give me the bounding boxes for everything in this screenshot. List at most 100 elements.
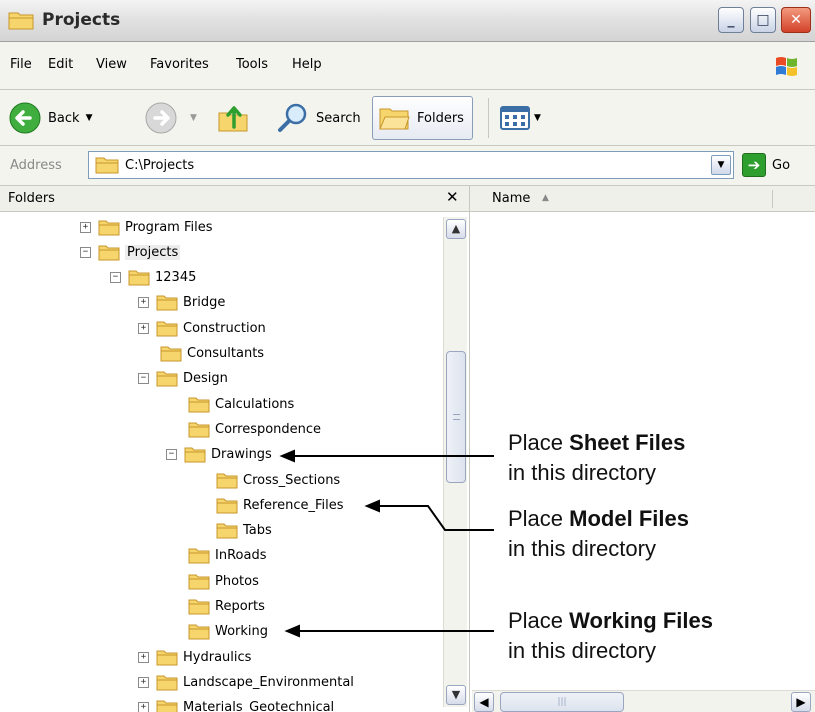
scroll-left-icon[interactable]: ◀ [474, 692, 494, 712]
annotation-model-files: Place Model Files in this directory [508, 506, 689, 561]
collapse-icon[interactable]: − [80, 246, 91, 258]
folder-icon [188, 422, 210, 438]
address-dropdown-icon[interactable]: ▼ [711, 155, 731, 175]
tree-item-tabs[interactable]: Tabs [216, 520, 272, 542]
folders-button[interactable]: Folders [372, 96, 473, 140]
tree-item-label: InRoads [215, 548, 267, 564]
collapse-icon[interactable]: − [138, 373, 149, 385]
forward-arrow-icon [145, 102, 177, 134]
address-input[interactable]: C:\Projects ▼ [88, 151, 734, 179]
tree-item-label: Cross_Sections [243, 472, 341, 488]
tree-item-inroads[interactable]: InRoads [188, 545, 266, 567]
menu-help[interactable]: Help [292, 57, 322, 72]
folders-pane-close-icon[interactable]: ✕ [446, 188, 459, 206]
expand-icon[interactable]: + [138, 702, 149, 712]
column-divider[interactable] [772, 190, 773, 208]
tree-item-label: Reports [215, 599, 265, 614]
tree-item-reports[interactable]: Reports [188, 596, 265, 618]
title-bar: Projects _ □ ✕ [0, 0, 815, 42]
search-button[interactable]: Search [276, 96, 361, 140]
folder-icon [184, 447, 206, 463]
expand-icon[interactable]: + [80, 221, 91, 233]
scroll-right-icon[interactable]: ▶ [791, 692, 811, 712]
sort-ascending-icon: ▲ [542, 193, 549, 203]
views-button[interactable]: ▼ [498, 96, 541, 140]
go-label: Go [772, 157, 791, 173]
tree-item-landscape-environmental[interactable]: + Landscape_Environmental [138, 671, 354, 693]
go-button[interactable]: ➔ Go [742, 153, 790, 177]
menu-file[interactable]: File [10, 57, 32, 72]
folder-icon [128, 270, 150, 286]
tree-item-correspondence[interactable]: Correspondence [188, 418, 321, 440]
back-button[interactable]: Back ▼ [8, 96, 92, 140]
column-name[interactable]: Name [492, 191, 530, 206]
tree-item-working[interactable]: Working [188, 621, 268, 643]
tree-item-label: Drawings [211, 447, 272, 463]
menu-tools[interactable]: Tools [236, 57, 268, 72]
file-list-hscrollbar[interactable]: ◀ ||| ▶ [472, 690, 815, 712]
annotation-sheet-bold: Sheet Files [569, 430, 686, 455]
tree-item-projects[interactable]: − Projects [80, 241, 181, 263]
folder-icon [98, 245, 120, 261]
folder-icon [188, 574, 210, 590]
folders-icon [379, 108, 410, 130]
tree-item-label: Working [215, 624, 269, 640]
annotation-model-bold: Model Files [569, 506, 689, 531]
folder-icon [8, 12, 34, 30]
folder-tree-scrollbar[interactable]: ▲ ▼ [443, 217, 467, 707]
menu-edit[interactable]: Edit [48, 57, 73, 72]
forward-dropdown-icon[interactable]: ▼ [190, 113, 197, 123]
tree-item-label: Tabs [243, 523, 272, 539]
tree-item-hydraulics[interactable]: + Hydraulics [138, 646, 251, 668]
scroll-up-icon[interactable]: ▲ [446, 219, 466, 239]
scroll-down-icon[interactable]: ▼ [446, 685, 466, 705]
expand-icon[interactable]: + [138, 322, 149, 334]
tree-item-bridge[interactable]: + Bridge [138, 292, 225, 314]
views-dropdown-icon[interactable]: ▼ [534, 113, 541, 123]
tree-item-12345[interactable]: − 12345 [110, 267, 196, 289]
collapse-icon[interactable]: − [166, 449, 177, 461]
menu-favorites[interactable]: Favorites [150, 57, 209, 72]
tree-item-program-files[interactable]: + Program Files [80, 216, 213, 238]
tree-item-label: Projects [125, 244, 181, 260]
tree-item-reference-files[interactable]: Reference_Files [216, 494, 344, 516]
folders-label: Folders [417, 110, 464, 126]
tree-item-label: Construction [183, 320, 266, 336]
up-folder-button[interactable] [216, 96, 256, 140]
tree-item-label: Photos [215, 573, 259, 589]
back-dropdown-icon[interactable]: ▼ [86, 113, 93, 123]
tree-item-drawings[interactable]: − Drawings [166, 444, 272, 466]
back-arrow-icon [9, 102, 41, 134]
scroll-thumb[interactable] [446, 351, 466, 483]
tree-item-design[interactable]: − Design [138, 368, 228, 390]
folder-icon [156, 295, 178, 311]
folder-icon [156, 650, 178, 666]
expand-icon[interactable]: + [138, 297, 149, 309]
tree-item-materials-geotechnical[interactable]: + Materials_Geotechnical [138, 697, 334, 712]
forward-button[interactable]: ▼ [144, 96, 197, 140]
views-icon [500, 106, 530, 130]
maximize-button[interactable]: □ [750, 7, 776, 33]
tree-item-label: Calculations [215, 396, 295, 412]
tree-item-calculations[interactable]: Calculations [188, 393, 294, 415]
folders-pane-title: Folders [8, 191, 55, 206]
expand-icon[interactable]: + [138, 676, 149, 688]
folder-icon [188, 397, 210, 413]
tree-item-photos[interactable]: Photos [188, 570, 259, 592]
expand-icon[interactable]: + [138, 651, 149, 663]
menu-bar: File Edit View Favorites Tools Help [0, 42, 815, 90]
tree-item-label: Reference_Files [243, 497, 344, 513]
tree-item-label: Program Files [125, 219, 213, 235]
menu-view[interactable]: View [96, 57, 127, 72]
tree-item-construction[interactable]: + Construction [138, 317, 266, 339]
hscroll-thumb[interactable]: ||| [500, 692, 624, 712]
folder-icon [160, 346, 182, 362]
tree-item-cross-sections[interactable]: Cross_Sections [216, 469, 340, 491]
minimize-button[interactable]: _ [718, 7, 744, 33]
tree-item-label: Consultants [187, 346, 265, 361]
search-label: Search [316, 110, 361, 126]
close-button[interactable]: ✕ [781, 7, 811, 33]
collapse-icon[interactable]: − [110, 272, 121, 284]
tree-item-consultants[interactable]: Consultants [160, 343, 264, 365]
folder-icon [156, 371, 178, 387]
